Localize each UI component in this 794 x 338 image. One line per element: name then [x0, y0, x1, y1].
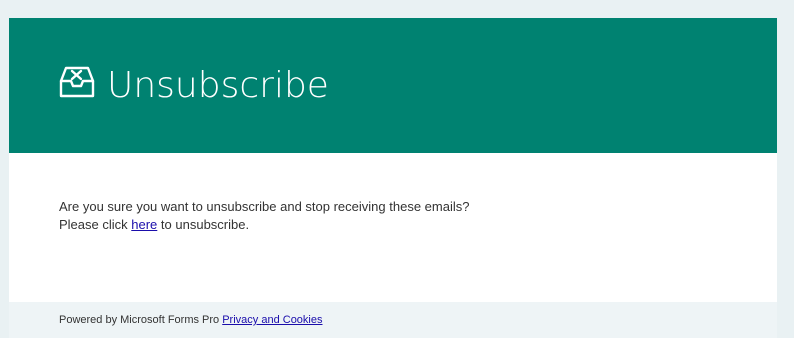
instruction-prefix: Please click [59, 217, 128, 232]
privacy-cookies-link[interactable]: Privacy and Cookies [222, 314, 322, 326]
confirmation-question: Are you sure you want to unsubscribe and… [59, 199, 470, 214]
footer-text: Powered by Microsoft Forms Pro Privacy a… [59, 313, 323, 327]
header-banner: Unsubscribe [9, 18, 777, 153]
instruction-suffix: to unsubscribe. [160, 217, 250, 232]
unsubscribe-card: Unsubscribe Are you sure you want to uns… [9, 18, 777, 302]
instruction-line: Please click here to unsubscribe. [59, 216, 469, 234]
unsubscribe-inbox-icon [59, 64, 95, 100]
unsubscribe-link[interactable]: here [131, 217, 157, 232]
powered-by-text: Powered by Microsoft Forms Pro [59, 314, 220, 326]
unsubscribe-message: Are you sure you want to unsubscribe and… [59, 198, 469, 234]
footer: Powered by Microsoft Forms Pro Privacy a… [9, 302, 777, 338]
page-title: Unsubscribe [107, 65, 329, 106]
